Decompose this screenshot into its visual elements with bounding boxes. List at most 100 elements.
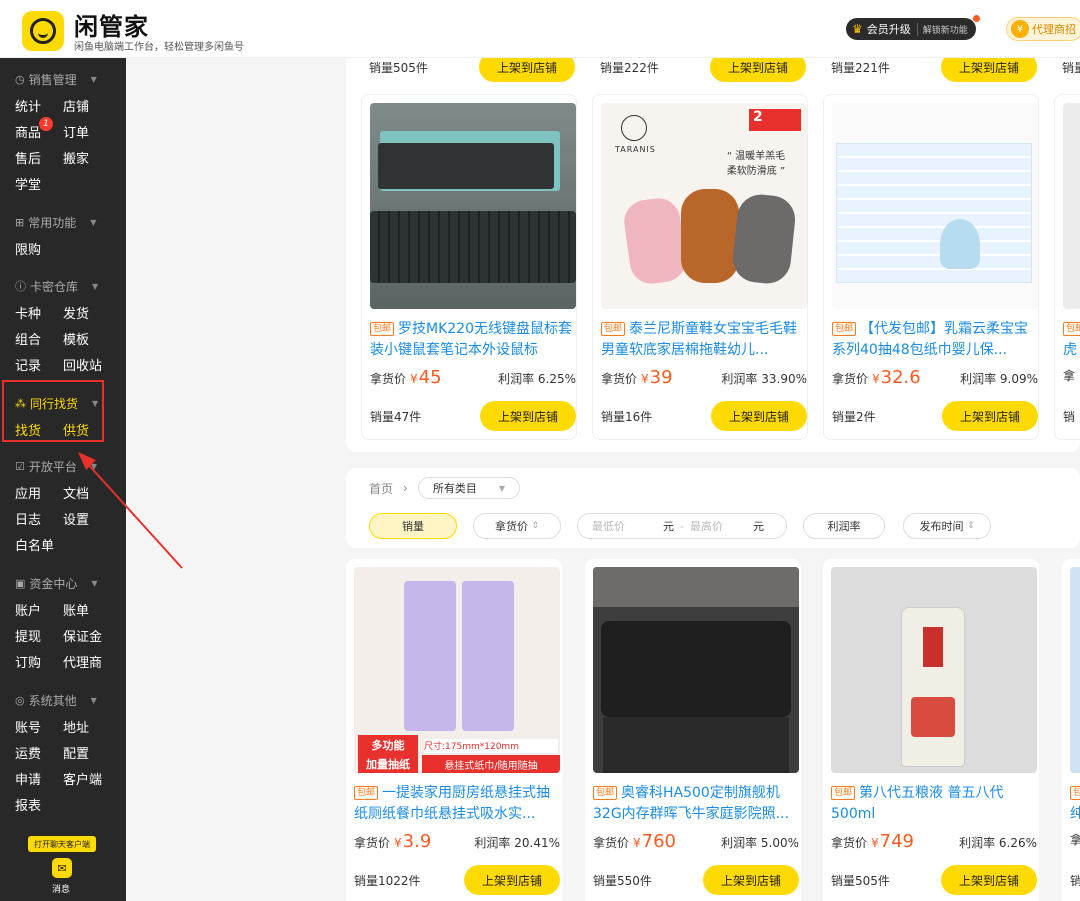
nav-item-shop[interactable]: 店铺 bbox=[63, 92, 111, 118]
margin-rate: 利润率 9.09% bbox=[960, 372, 1038, 386]
nav-item-card-type[interactable]: 卡种 bbox=[15, 299, 63, 325]
nav-item-stats[interactable]: 统计 bbox=[15, 92, 63, 118]
nav-item-combo[interactable]: 组合 bbox=[15, 325, 63, 351]
product-image[interactable] bbox=[832, 103, 1038, 309]
vip-upgrade-button[interactable]: ♛ 会员升级 解锁新功能 bbox=[846, 18, 976, 40]
nav-group-title[interactable]: ◷ 销售管理 ▼ bbox=[0, 66, 126, 92]
product-card[interactable]: 包邮 第八代五粮液 普五八代 500ml 拿货价 ¥ 749 利润率 6.26% … bbox=[823, 559, 1039, 901]
sort-publish-time[interactable]: 发布时间 ⇕ bbox=[903, 513, 991, 539]
device-body bbox=[601, 621, 791, 717]
nav-item-docs[interactable]: 文档 bbox=[63, 479, 111, 505]
nav-item-agent[interactable]: 代理商 bbox=[63, 648, 111, 674]
product-title[interactable]: 包邮 第八代五粮液 普五八代 500ml bbox=[831, 783, 1037, 825]
nav-item-bill[interactable]: 账单 bbox=[63, 596, 111, 622]
nav-item-withdraw[interactable]: 提现 bbox=[15, 622, 63, 648]
list-to-shop-button[interactable]: 上架到店铺 bbox=[464, 865, 560, 895]
nav-item-records[interactable]: 记录 bbox=[15, 351, 63, 377]
nav-item-apps[interactable]: 应用 bbox=[15, 479, 63, 505]
sold-count: 销量 bbox=[1062, 60, 1080, 75]
nav-item-client[interactable]: 客户端 bbox=[63, 765, 111, 791]
sort-price[interactable]: 拿货价 ⇕ bbox=[473, 513, 561, 539]
nav-item-limit[interactable]: 限购 bbox=[15, 235, 63, 261]
nav-item-settings[interactable]: 设置 bbox=[63, 505, 111, 531]
nav-item-recycle[interactable]: 回收站 bbox=[63, 351, 111, 377]
pink-slipper bbox=[621, 195, 689, 287]
product-card[interactable]: TARANIS 2 “ 温暖羊羔毛 柔软防滑底 ” 包邮 泰兰尼斯童鞋女宝宝毛毛鞋… bbox=[592, 94, 808, 440]
nav-item-deposit[interactable]: 保证金 bbox=[63, 622, 111, 648]
nav-item-config[interactable]: 配置 bbox=[63, 739, 111, 765]
product-title[interactable]: 包邮 罗技MK220无线键盘鼠标套装小键鼠套笔记本外设鼠标 bbox=[370, 319, 576, 361]
product-title[interactable]: 包邮 一提装家用厨房纸悬挂式抽纸厕纸餐巾纸悬挂式吸水实... bbox=[354, 783, 560, 825]
product-image[interactable]: TARANIS 2 “ 温暖羊羔毛 柔软防滑底 ” bbox=[601, 103, 807, 309]
price: 32.6 bbox=[880, 367, 921, 388]
agent-recruit-button[interactable]: ¥ 代理商招 bbox=[1006, 17, 1080, 41]
product-title[interactable]: 包邮 【代发包邮】乳霜云柔宝宝系列40抽48包纸巾婴儿保... bbox=[832, 319, 1038, 361]
product-image[interactable]: 多功能 加量抽纸 尺寸:175mm*120mm 悬挂式纸巾/随用随抽 bbox=[354, 567, 560, 773]
product-image[interactable] bbox=[1070, 567, 1080, 773]
product-image[interactable] bbox=[593, 567, 799, 773]
product-card[interactable]: 包邮 奥睿科HA500定制旗舰机32G内存群晖飞牛家庭影院照... 拿货价 ¥ 7… bbox=[585, 559, 801, 901]
product-image[interactable] bbox=[370, 103, 576, 309]
list-to-shop-button[interactable]: 上架到店铺 bbox=[941, 865, 1037, 895]
list-to-shop-button[interactable]: 上架到店铺 bbox=[942, 401, 1038, 431]
sort-sales[interactable]: 销量 bbox=[369, 513, 457, 539]
product-card[interactable]: 包邮 罗技MK220无线键盘鼠标套装小键鼠套笔记本外设鼠标 拿货价 ¥ 45 利润… bbox=[361, 94, 577, 440]
nav-item-orders[interactable]: 订单 bbox=[63, 118, 111, 144]
nav-item-logs[interactable]: 日志 bbox=[15, 505, 63, 531]
min-price-input[interactable]: 最低价 bbox=[592, 518, 625, 534]
nav-item-account[interactable]: 账户 bbox=[15, 596, 63, 622]
nav-group-title[interactable]: ☑ 开放平台 ▼ bbox=[0, 453, 126, 479]
notification-dot bbox=[973, 15, 980, 22]
tissue-packs bbox=[836, 143, 1032, 283]
price-range-input[interactable]: 最低价 元 - 最高价 元 bbox=[577, 513, 787, 539]
nav-item-address[interactable]: 地址 bbox=[63, 713, 111, 739]
product-card[interactable]: 多功能 加量抽纸 尺寸:175mm*120mm 悬挂式纸巾/随用随抽 包邮 一提装… bbox=[346, 559, 562, 901]
annotation-highlight-box bbox=[2, 380, 104, 442]
keyboard-top bbox=[378, 143, 554, 189]
nav-item-shipping[interactable]: 运费 bbox=[15, 739, 63, 765]
nav-group-funds: ▣ 资金中心 ▼ 账户 账单 提现 保证金 订购 代理商 bbox=[0, 570, 126, 674]
nav-group-title[interactable]: ⊞ 常用功能 ▼ bbox=[0, 209, 126, 235]
app-logo[interactable] bbox=[22, 11, 64, 51]
corner-badge: 2 bbox=[749, 109, 801, 131]
nav-item-products[interactable]: 商品 1 bbox=[15, 117, 63, 144]
nav-item-template[interactable]: 模板 bbox=[63, 325, 111, 351]
product-card-partial[interactable]: 包邮虎 拿 销 bbox=[1054, 94, 1080, 440]
nav-item-whitelist[interactable]: 白名单 bbox=[15, 531, 63, 557]
product-title[interactable]: 包邮 泰兰尼斯童鞋女宝宝毛毛鞋男童软底家居棉拖鞋幼儿... bbox=[601, 319, 807, 361]
product-image[interactable] bbox=[831, 567, 1037, 773]
max-price-input[interactable]: 最高价 bbox=[690, 518, 723, 534]
nav-item-academy[interactable]: 学堂 bbox=[15, 170, 63, 196]
message-icon[interactable]: ✉ bbox=[52, 858, 72, 878]
device-base bbox=[603, 717, 789, 773]
nav-item-ship[interactable]: 发货 bbox=[63, 299, 111, 325]
keyboard-main bbox=[370, 211, 576, 283]
list-to-shop-button[interactable]: 上架到店铺 bbox=[703, 865, 799, 895]
nav-group-title[interactable]: ▣ 资金中心 ▼ bbox=[0, 570, 126, 596]
nav-item-aftersale[interactable]: 售后 bbox=[15, 144, 63, 170]
list-to-shop-button[interactable]: 上架到店铺 bbox=[711, 401, 807, 431]
price-row: 拿货价 ¥ 39 利润率 33.90% bbox=[601, 367, 807, 388]
product-title[interactable]: 包邮虎 bbox=[1063, 319, 1080, 361]
product-card[interactable]: 包邮 【代发包邮】乳霜云柔宝宝系列40抽48包纸巾婴儿保... 拿货价 ¥ 32.… bbox=[823, 94, 1039, 440]
product-card-partial[interactable]: 包纯 拿 销 bbox=[1062, 559, 1080, 901]
sold-count: 销量16件 bbox=[601, 409, 653, 424]
category-select[interactable]: 所有类目 ▼ bbox=[417, 477, 520, 499]
vip-label: 会员升级 bbox=[866, 23, 911, 36]
breadcrumb-home[interactable]: 首页 bbox=[369, 480, 393, 497]
nav-group-title[interactable]: ◎ 系统其他 ▼ bbox=[0, 687, 126, 713]
nav-group-title[interactable]: ⓘ 卡密仓库 ▼ bbox=[0, 273, 126, 299]
product-image[interactable] bbox=[1063, 103, 1080, 309]
product-title[interactable]: 包邮 奥睿科HA500定制旗舰机32G内存群晖飞牛家庭影院照... bbox=[593, 783, 799, 825]
list-to-shop-button[interactable]: 上架到店铺 bbox=[480, 401, 576, 431]
nav-item-apply[interactable]: 申请 bbox=[15, 765, 63, 791]
product-title[interactable]: 包纯 bbox=[1070, 783, 1080, 825]
nav-item-report[interactable]: 报表 bbox=[15, 791, 63, 817]
open-chat-client-button[interactable]: 打开聊天客户端 bbox=[28, 836, 96, 852]
nav-item-subscribe[interactable]: 订购 bbox=[15, 648, 63, 674]
banner-size: 尺寸:175mm*120mm bbox=[424, 739, 558, 753]
banner-more: 加量抽纸 bbox=[358, 755, 418, 773]
sort-margin[interactable]: 利润率 bbox=[803, 513, 885, 539]
nav-item-move[interactable]: 搬家 bbox=[63, 144, 111, 170]
nav-item-accounts[interactable]: 账号 bbox=[15, 713, 63, 739]
